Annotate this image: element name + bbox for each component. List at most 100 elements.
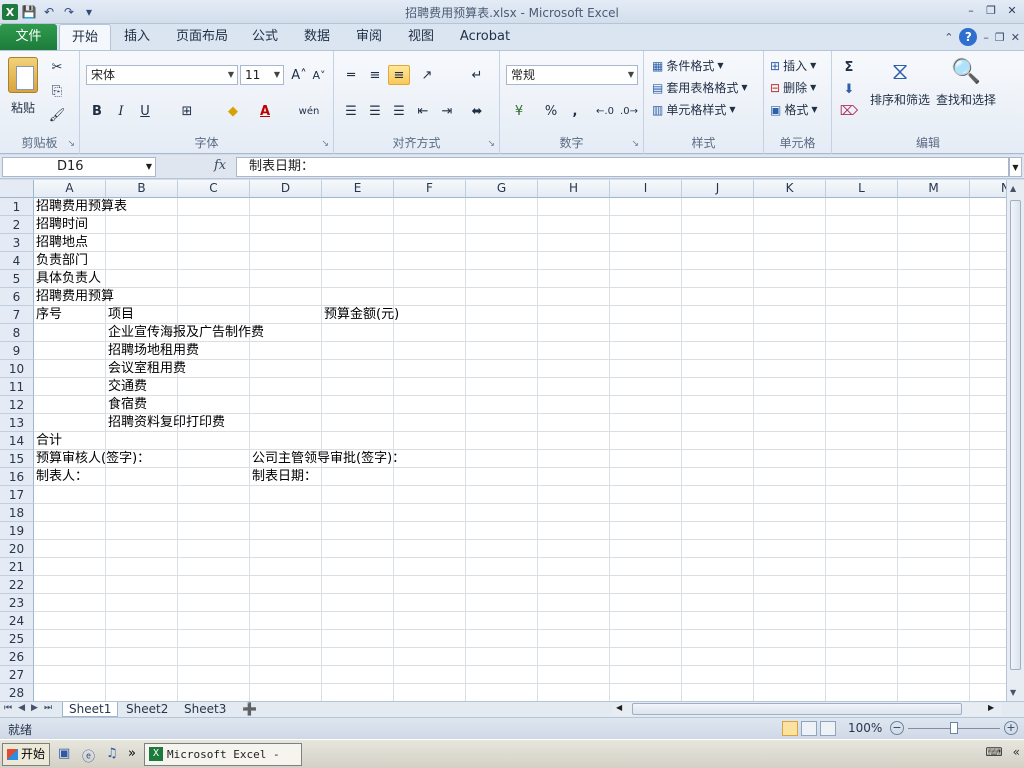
increase-indent-icon[interactable]: ⇥: [436, 101, 458, 121]
keyboard-icon[interactable]: ⌨: [985, 745, 1002, 759]
cell-b8[interactable]: 企业宣传海报及广告制作费: [106, 324, 264, 342]
horizontal-scrollbar[interactable]: ◀ ▶: [612, 703, 1002, 716]
row-header-9[interactable]: 9: [0, 342, 34, 360]
row-header-22[interactable]: 22: [0, 576, 34, 594]
browser-icon[interactable]: ⓔ: [82, 746, 98, 765]
column-header-m[interactable]: M: [898, 180, 970, 198]
vertical-scroll-thumb[interactable]: [1010, 200, 1021, 670]
row-header-10[interactable]: 10: [0, 360, 34, 378]
row-header-12[interactable]: 12: [0, 396, 34, 414]
row-header-14[interactable]: 14: [0, 432, 34, 450]
column-header-l[interactable]: L: [826, 180, 898, 198]
row-header-25[interactable]: 25: [0, 630, 34, 648]
cell-area[interactable]: 招聘费用预算表 招聘时间 招聘地点 负责部门 具体负责人 招聘费用预算 序号 项…: [34, 198, 1006, 701]
font-launcher-icon[interactable]: ↘: [321, 139, 329, 149]
row-header-5[interactable]: 5: [0, 270, 34, 288]
orientation-icon[interactable]: ↗: [416, 65, 438, 85]
scroll-left-icon[interactable]: ◀: [616, 703, 622, 712]
help-icon[interactable]: ?: [959, 28, 978, 46]
column-header-b[interactable]: B: [106, 180, 178, 198]
doc-restore-icon[interactable]: ❐: [995, 31, 1005, 44]
tab-file[interactable]: 文件: [0, 24, 57, 50]
column-header-e[interactable]: E: [322, 180, 394, 198]
last-sheet-icon[interactable]: ⏭: [44, 703, 52, 713]
cell-b13[interactable]: 招聘资料复印打印费: [106, 414, 225, 432]
row-header-2[interactable]: 2: [0, 216, 34, 234]
row-header-15[interactable]: 15: [0, 450, 34, 468]
find-select-button[interactable]: 🔍 查找和选择: [936, 57, 996, 108]
delete-cells-button[interactable]: ⊟ 删除 ▼: [770, 79, 816, 96]
tab-acrobat[interactable]: Acrobat: [454, 24, 516, 50]
row-header-28[interactable]: 28: [0, 684, 34, 701]
paste-button[interactable]: 粘贴: [8, 57, 38, 116]
cell-a2[interactable]: 招聘时间: [34, 216, 88, 234]
doc-close-icon[interactable]: ✕: [1011, 31, 1020, 44]
cell-a3[interactable]: 招聘地点: [34, 234, 88, 252]
next-sheet-icon[interactable]: ▶: [31, 703, 38, 713]
column-header-a[interactable]: A: [34, 180, 106, 198]
row-header-19[interactable]: 19: [0, 522, 34, 540]
tab-view[interactable]: 视图: [400, 24, 442, 50]
row-header-4[interactable]: 4: [0, 252, 34, 270]
autosum-button[interactable]: Σ: [838, 57, 860, 77]
fill-icon[interactable]: ⬇: [838, 79, 860, 99]
format-as-table-button[interactable]: ▤ 套用表格格式 ▼: [652, 79, 748, 96]
merge-center-icon[interactable]: ⬌: [466, 101, 488, 121]
copy-icon[interactable]: ⎘: [46, 81, 68, 101]
fill-color-icon[interactable]: ◆: [222, 101, 244, 121]
cell-a14[interactable]: 合计: [34, 432, 62, 450]
new-sheet-icon[interactable]: ➕: [236, 702, 263, 717]
row-header-13[interactable]: 13: [0, 414, 34, 432]
first-sheet-icon[interactable]: ⏮: [4, 703, 12, 713]
row-header-21[interactable]: 21: [0, 558, 34, 576]
cell-b12[interactable]: 食宿费: [106, 396, 147, 414]
row-header-26[interactable]: 26: [0, 648, 34, 666]
number-format-select[interactable]: 常规 ▼: [506, 65, 638, 85]
font-name-select[interactable]: 宋体 ▼: [86, 65, 238, 85]
vertical-scrollbar[interactable]: ▲ ▼: [1006, 180, 1024, 701]
more-launch-icon[interactable]: »: [128, 746, 144, 762]
scroll-up-icon[interactable]: ▲: [1010, 184, 1016, 193]
align-left-icon[interactable]: ☰: [340, 101, 362, 121]
row-header-24[interactable]: 24: [0, 612, 34, 630]
sheet-tab-sheet2[interactable]: Sheet2: [120, 702, 174, 717]
cell-a15[interactable]: 预算审核人(签字)：: [34, 450, 150, 468]
tab-page-layout[interactable]: 页面布局: [170, 24, 234, 50]
align-right-icon[interactable]: ☰: [388, 101, 410, 121]
cell-styles-button[interactable]: ▥ 单元格样式 ▼: [652, 101, 736, 118]
number-launcher-icon[interactable]: ↘: [631, 139, 639, 149]
underline-button[interactable]: U: [134, 101, 156, 121]
increase-decimal-icon[interactable]: ←.0: [594, 101, 616, 121]
taskbar-excel-task[interactable]: X Microsoft Excel - ...: [144, 743, 302, 766]
row-header-8[interactable]: 8: [0, 324, 34, 342]
column-header-c[interactable]: C: [178, 180, 250, 198]
row-header-3[interactable]: 3: [0, 234, 34, 252]
column-header-d[interactable]: D: [250, 180, 322, 198]
tray-expand-icon[interactable]: «: [1013, 745, 1020, 759]
row-header-1[interactable]: 1: [0, 198, 34, 216]
cell-a16[interactable]: 制表人：: [34, 468, 88, 486]
border-icon[interactable]: ⊞: [176, 101, 198, 121]
collapse-ribbon-icon[interactable]: ⌃: [944, 31, 953, 44]
cut-icon[interactable]: ✂: [46, 57, 68, 77]
formula-input[interactable]: 制表日期：: [236, 157, 1009, 177]
sort-filter-button[interactable]: ⧖ 排序和筛选: [870, 57, 930, 108]
name-box[interactable]: D16 ▼: [2, 157, 156, 177]
conditional-format-button[interactable]: ▦ 条件格式 ▼: [652, 57, 724, 74]
cell-b9[interactable]: 招聘场地租用费: [106, 342, 199, 360]
column-header-g[interactable]: G: [466, 180, 538, 198]
phonetic-button[interactable]: wén: [294, 101, 324, 121]
zoom-slider[interactable]: − +: [890, 721, 1020, 737]
clipboard-launcher-icon[interactable]: ↘: [67, 139, 75, 149]
close-icon[interactable]: ✕: [1002, 2, 1022, 18]
scroll-down-icon[interactable]: ▼: [1010, 688, 1016, 697]
minimize-icon[interactable]: –: [962, 2, 980, 18]
cell-a6[interactable]: 招聘费用预算: [34, 288, 114, 306]
shrink-font-icon[interactable]: A˅: [308, 65, 330, 85]
page-break-view-icon[interactable]: [820, 721, 836, 736]
sheet-tab-sheet1[interactable]: Sheet1: [62, 702, 119, 717]
cell-a5[interactable]: 具体负责人: [34, 270, 101, 288]
start-button[interactable]: 开始: [2, 743, 50, 766]
cell-a4[interactable]: 负责部门: [34, 252, 88, 270]
cell-b7[interactable]: 项目: [106, 306, 134, 324]
